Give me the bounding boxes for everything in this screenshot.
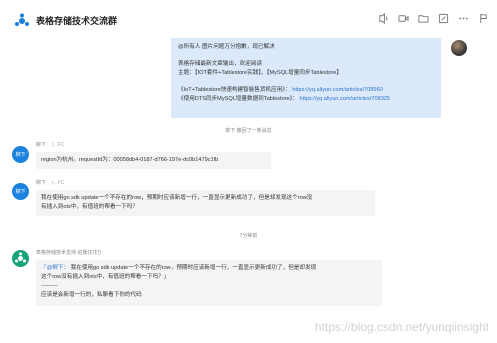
sender-tag: (钉钉) <box>87 250 102 256</box>
quoted-message: 「@柳下： 我在使用go sdk update一个不存在的row，预期时应该新增… <box>41 264 377 273</box>
sender-name: 柳下 (...FC <box>36 179 65 186</box>
flag-icon[interactable] <box>478 13 489 24</box>
sender-tag: (...FC <box>52 180 65 186</box>
mention[interactable]: 「@柳下： <box>41 265 69 271</box>
avatar[interactable]: 柳下 <box>12 183 29 200</box>
quote-divider: --------- <box>41 283 58 289</box>
announcement-line: 表格存储最新文章输出，欢迎阅读 <box>178 61 262 68</box>
sender-name: 表格存储技术支持-伯衡(钉钉) <box>36 249 101 256</box>
chat-title: 表格存储技术交流群 <box>36 16 118 26</box>
announcement-line: @所有人 图片问题万分抱歉，现已解决 <box>178 44 275 50</box>
sender-label: 柳下 <box>36 180 47 186</box>
folder-icon[interactable] <box>418 13 429 24</box>
article-title: 《IoT+Tablestore快速构建智能售货机应用》： <box>178 86 291 93</box>
recall-notice: 柳下 撤回了一条消息 <box>225 128 272 134</box>
sender-label: 柳下 <box>36 142 47 148</box>
outgoing-announcement-bubble: @所有人 图片问题万分抱歉，现已解决 表格存储最新文章输出，欢迎阅读 主题：【I… <box>171 38 441 118</box>
time-separator: 7分钟前 <box>239 233 258 239</box>
article-title: 《使用DTS同步MySQL增量数据到Tablestore》： <box>178 95 298 102</box>
message-bubble: region为杭州。requestId为：00058db4-0187-d766-… <box>36 152 271 169</box>
support-avatar[interactable] <box>12 250 29 267</box>
sender-label: 表格存储技术支持-伯衡 <box>36 250 88 256</box>
article-link[interactable]: https://yq.aliyun.com/articles/708960 <box>292 87 382 93</box>
message-text: 我在使用go sdk update一个不存在的row，预期时应该新增一行，一直显… <box>41 195 313 201</box>
support-logo-icon <box>15 252 26 263</box>
message-bubble: 我在使用go sdk update一个不存在的row，预期时应该新增一行，一直显… <box>36 190 375 216</box>
message-text: region为杭州。requestId为：00058db4-0187-d766-… <box>41 157 219 163</box>
sender-name: 柳下 (...FC <box>36 141 65 148</box>
note-icon[interactable] <box>438 13 449 24</box>
sender-tag: (...FC <box>52 142 65 148</box>
announcement-link-row: 《使用DTS同步MySQL增量数据到Tablestore》： https://y… <box>178 95 434 104</box>
article-link[interactable]: https://yq.aliyun.com/articles/708325 <box>300 96 390 102</box>
phone-icon[interactable] <box>378 13 389 24</box>
announcement-link-row: 《IoT+Tablestore快速构建智能售货机应用》： https://yq.… <box>178 86 434 95</box>
reply-text: 应该是会新增一行的，私聊看下你的代码 <box>41 292 142 298</box>
avatar[interactable]: 柳下 <box>12 146 29 163</box>
more-icon[interactable] <box>458 13 469 24</box>
video-icon[interactable] <box>398 13 409 24</box>
quoted-text: 这个row没有插入到ots中，有值班的帮看一下吗？」 <box>41 274 170 280</box>
message-text: 有插入到ots中，有值班的帮看一下吗？ <box>41 204 138 210</box>
reply-bubble: 「@柳下： 我在使用go sdk update一个不存在的row，预期时应该新增… <box>36 260 382 306</box>
watermark: https://blog.csdn.net/yunqiinsight <box>314 320 489 334</box>
group-logo-icon <box>15 13 29 26</box>
announcement-line: 主题：【IOT套件+Tablestore实践】、【MySQL增量同步Tables… <box>178 69 342 76</box>
self-avatar[interactable] <box>451 40 467 56</box>
chat-header: 表格存储技术交流群 <box>0 0 497 40</box>
quoted-text: 我在使用go sdk update一个不存在的row，预期时应该新增一行，一直显… <box>70 265 317 271</box>
